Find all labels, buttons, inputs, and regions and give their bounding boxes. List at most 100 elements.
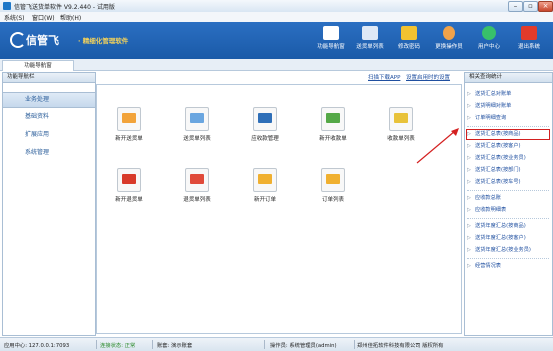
query-item[interactable]: ▷ 应收款总账 bbox=[467, 194, 549, 203]
startup-settings-link[interactable]: 设置启用时的设置 bbox=[406, 73, 450, 81]
list-icon bbox=[362, 26, 378, 40]
status-bar: 应用中心: 127.0.0.1:7093 连接状态: 正常 账套: 演示账套 操… bbox=[0, 337, 553, 351]
query-label: 送货汇总对账单 bbox=[475, 91, 512, 97]
query-label: 送货汇总表(按部门) bbox=[475, 167, 521, 173]
new-delivery-note-button[interactable]: 新开送货单 bbox=[105, 107, 153, 147]
query-item[interactable]: ▷ 送货汇总表(按业务员) bbox=[467, 154, 549, 163]
function-label: 新开送货单 bbox=[115, 136, 143, 142]
nav-item-extensions[interactable]: 扩展应用 bbox=[3, 128, 95, 142]
new-receipt-icon bbox=[321, 107, 345, 131]
query-label: 送货年度汇总(按商品) bbox=[475, 223, 526, 229]
arrow-icon: ▷ bbox=[467, 179, 471, 185]
query-label: 送货汇总表(按客户) bbox=[475, 143, 521, 149]
query-label: 应收款总账 bbox=[475, 195, 501, 201]
tab-strip: 功能导航窗 bbox=[0, 59, 553, 71]
query-label: 经营情况表 bbox=[475, 263, 501, 269]
query-label: 送货年度汇总(按客户) bbox=[475, 235, 526, 241]
toolbar-change-password-button[interactable]: 修改密码 bbox=[390, 25, 428, 57]
app-center-status: 应用中心: 127.0.0.1:7093 bbox=[4, 343, 70, 349]
receipt-list-icon bbox=[389, 107, 413, 131]
function-label: 退货单列表 bbox=[183, 197, 211, 203]
new-return-note-button[interactable]: 新开退货单 bbox=[105, 168, 153, 208]
query-item[interactable]: ▷ 经营情况表 bbox=[467, 262, 549, 271]
order-list-icon bbox=[321, 168, 345, 192]
nav-item-business[interactable]: 业务处理 bbox=[3, 92, 95, 108]
new-return-icon bbox=[117, 168, 141, 192]
toolbar-user-center-button[interactable]: 用户中心 bbox=[470, 25, 508, 57]
query-label: 送货汇总表(按车号) bbox=[475, 179, 521, 185]
left-panel-title: 功能导航栏 bbox=[3, 73, 95, 83]
toolbar-label: 送货单列表 bbox=[356, 44, 384, 50]
function-label: 新开退货单 bbox=[115, 197, 143, 203]
query-label: 送货明细对账单 bbox=[475, 103, 512, 109]
divider bbox=[467, 218, 549, 219]
toolbar-switch-operator-button[interactable]: 更换操作员 bbox=[430, 25, 468, 57]
query-item[interactable]: ▷ 送货汇总对账单 bbox=[467, 90, 549, 99]
brand-name: 信管飞 bbox=[26, 34, 59, 47]
scan-download-app-link[interactable]: 扫描下载APP bbox=[368, 73, 400, 81]
toolbar-navigation-button[interactable]: 功能导航窗 bbox=[312, 25, 350, 57]
query-item[interactable]: ▷ 订单明细查询 bbox=[467, 114, 549, 123]
function-label: 送货单列表 bbox=[183, 136, 211, 142]
annotation-arrow bbox=[416, 128, 459, 164]
delivery-list-icon bbox=[185, 107, 209, 131]
query-label: 送货汇总表(按业务员) bbox=[475, 155, 526, 161]
user-icon bbox=[443, 26, 455, 40]
arrow-icon: ▷ bbox=[467, 103, 471, 109]
globe-icon bbox=[482, 26, 496, 40]
arrow-icon: ▷ bbox=[467, 143, 471, 149]
function-label: 订单列表 bbox=[321, 197, 344, 203]
function-workspace: 新开送货单 送货单列表 应收款管理 新开收款单 收款单列表 新开退货单 退货单列… bbox=[96, 84, 462, 334]
divider bbox=[467, 258, 549, 259]
arrow-icon: ▷ bbox=[467, 131, 471, 137]
right-panel-title: 相关查询统计 bbox=[465, 73, 552, 83]
query-item[interactable]: ▷ 送货年度汇总(按商品) bbox=[467, 222, 549, 231]
function-label: 新开订单 bbox=[253, 197, 276, 203]
toolbar-delivery-list-button[interactable]: 送货单列表 bbox=[351, 25, 389, 57]
query-item[interactable]: ▷ 送货年度汇总(按业务员) bbox=[467, 246, 549, 255]
new-order-button[interactable]: 新开订单 bbox=[241, 168, 289, 208]
window-title: 信管飞送货单软件 V9.2.440 - 试用版 bbox=[14, 4, 115, 11]
toolbar-exit-button[interactable]: 退出系统 bbox=[510, 25, 548, 57]
tab-function-navigation[interactable]: 功能导航窗 bbox=[2, 60, 74, 71]
toolbar-label: 修改密码 bbox=[397, 44, 420, 50]
nav-item-basic-data[interactable]: 基础资料 bbox=[3, 110, 95, 124]
query-item-selected[interactable]: ▷ 送货汇总表(按商品) bbox=[466, 129, 550, 140]
arrow-icon: ▷ bbox=[467, 223, 471, 229]
query-label: 应收款明细表 bbox=[475, 207, 507, 213]
menu-system[interactable]: 系统(S) bbox=[4, 13, 25, 22]
query-item[interactable]: ▷ 送货汇总表(按部门) bbox=[467, 166, 549, 175]
arrow-icon: ▷ bbox=[467, 263, 471, 269]
new-receipt-button[interactable]: 新开收款单 bbox=[309, 107, 357, 147]
menu-window[interactable]: 窗口(W) bbox=[32, 13, 55, 22]
function-label: 收款单列表 bbox=[387, 136, 415, 142]
main-panel: 扫描下载APP 设置启用时的设置 新开送货单 送货单列表 应收款管理 新开收款单… bbox=[96, 72, 462, 334]
query-item[interactable]: ▷ 送货汇总表(按车号) bbox=[467, 178, 549, 187]
menu-help[interactable]: 帮助(H) bbox=[60, 13, 81, 22]
new-delivery-icon bbox=[117, 107, 141, 131]
logo-icon bbox=[10, 32, 26, 48]
nav-item-system-management[interactable]: 系统管理 bbox=[3, 146, 95, 160]
arrow-icon: ▷ bbox=[467, 235, 471, 241]
query-item[interactable]: ▷ 送货年度汇总(按客户) bbox=[467, 234, 549, 243]
minimize-button[interactable]: – bbox=[508, 1, 523, 12]
close-button[interactable]: × bbox=[538, 1, 553, 12]
return-list-button[interactable]: 退货单列表 bbox=[173, 168, 221, 208]
return-list-icon bbox=[185, 168, 209, 192]
function-label: 应收款管理 bbox=[251, 136, 279, 142]
order-list-button[interactable]: 订单列表 bbox=[309, 168, 357, 208]
toolbar-label: 用户中心 bbox=[477, 44, 500, 50]
delivery-list-button[interactable]: 送货单列表 bbox=[173, 107, 221, 147]
query-item[interactable]: ▷ 送货汇总表(按客户) bbox=[467, 142, 549, 151]
query-item[interactable]: ▷ 送货明细对账单 bbox=[467, 102, 549, 111]
query-label: 送货年度汇总(按业务员) bbox=[475, 247, 531, 253]
maximize-button[interactable]: ▫ bbox=[523, 1, 538, 12]
navigation-icon bbox=[323, 26, 339, 40]
toolbar-label: 更换操作员 bbox=[435, 44, 463, 50]
receivables-management-button[interactable]: 应收款管理 bbox=[241, 107, 289, 147]
new-order-icon bbox=[253, 168, 277, 192]
connection-status: 连接状态: 正常 bbox=[100, 343, 136, 349]
query-label: 送货汇总表(按商品) bbox=[475, 131, 521, 137]
query-item[interactable]: ▷ 应收款明细表 bbox=[467, 206, 549, 215]
arrow-icon: ▷ bbox=[467, 167, 471, 173]
